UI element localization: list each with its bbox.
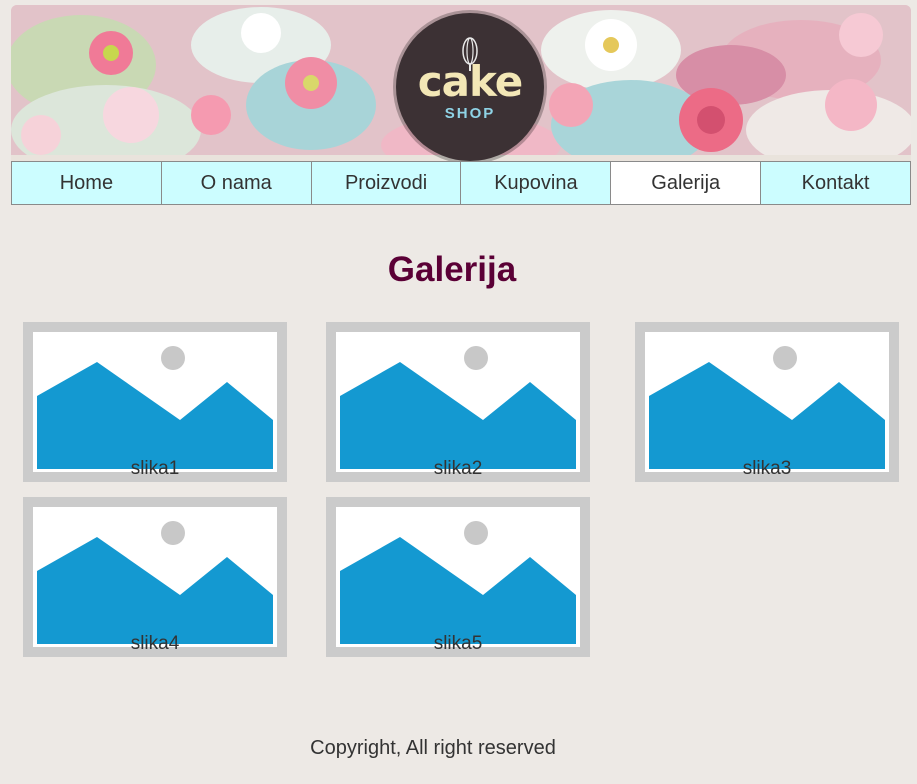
gallery-image-frame <box>336 332 580 472</box>
page-title: Galerija <box>387 250 517 289</box>
nav-item-label: Home <box>59 171 114 194</box>
image-placeholder-icon <box>37 346 273 469</box>
gallery-item-1[interactable]: slika1 <box>23 322 287 482</box>
gallery-caption: slika5 <box>433 633 483 654</box>
gallery-item-4[interactable]: slika4 <box>23 497 287 657</box>
gallery-item-3[interactable]: slika3 <box>635 322 899 482</box>
nav-item-label: O nama <box>200 171 272 194</box>
nav-item-label: Kupovina <box>494 171 578 194</box>
gallery-image-frame <box>33 507 277 647</box>
nav-item-label: Proizvodi <box>344 171 428 194</box>
nav-item-o-nama[interactable]: O nama <box>161 162 312 204</box>
footer-copyright: Copyright, All right reserved <box>310 737 556 759</box>
nav-item-galerija[interactable]: Galerija <box>611 162 762 204</box>
gallery-image-frame <box>33 332 277 472</box>
logo-wordmark: cake <box>417 57 524 106</box>
cake-shop-logo[interactable]: cake SHOP <box>396 13 544 161</box>
gallery-image-frame <box>645 332 889 472</box>
gallery-image-frame <box>336 507 580 647</box>
gallery-caption: slika4 <box>130 633 180 654</box>
gallery-item-2[interactable]: slika2 <box>326 322 590 482</box>
image-placeholder-icon <box>340 346 576 469</box>
header-banner: cake SHOP <box>11 5 911 161</box>
image-placeholder-icon <box>649 346 885 469</box>
nav-item-proizvodi[interactable]: Proizvodi <box>311 162 462 204</box>
nav-item-kupovina[interactable]: Kupovina <box>461 162 612 204</box>
logo-subtitle: SHOP <box>444 105 496 122</box>
nav-item-label: Galerija <box>651 171 721 194</box>
image-placeholder-icon <box>37 521 273 644</box>
main-navigation: Home O nama Proizvodi Kupovina Galerija … <box>11 161 911 205</box>
gallery-caption: slika1 <box>130 458 180 479</box>
gallery-caption: slika3 <box>742 458 792 479</box>
gallery-item-5[interactable]: slika5 <box>326 497 590 657</box>
nav-item-label: Kontakt <box>801 171 870 194</box>
gallery-caption: slika2 <box>433 458 483 479</box>
image-placeholder-icon <box>340 521 576 644</box>
nav-item-kontakt[interactable]: Kontakt <box>761 162 910 204</box>
nav-item-home[interactable]: Home <box>12 162 162 204</box>
